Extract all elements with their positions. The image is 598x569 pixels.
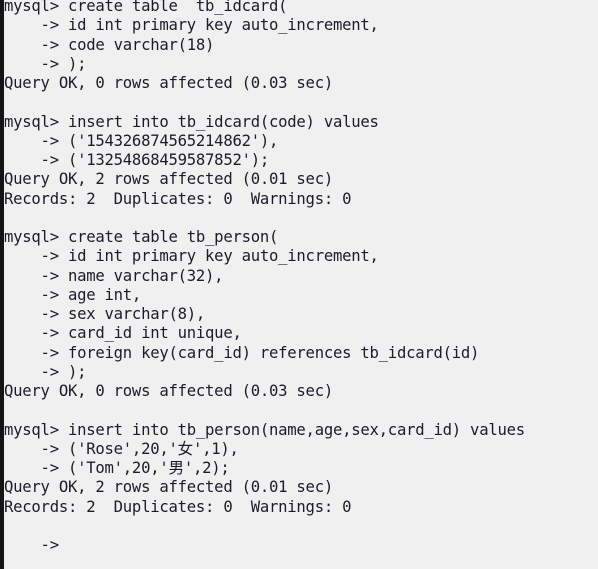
console-line: -> code varchar(18) <box>4 35 215 54</box>
console-line: Query OK, 0 rows affected (0.03 sec) <box>4 382 333 400</box>
console-line: -> sex varchar(8), <box>4 305 206 323</box>
console-line: Query OK, 2 rows affected (0.01 sec) <box>4 478 333 497</box>
console-line: -> <box>4 536 60 554</box>
console-line: -> age int, <box>4 285 142 304</box>
console-line: mysql> create table tb_person( <box>4 228 279 246</box>
console-line: -> ('Tom',20,'男',2); <box>4 459 230 477</box>
console-line: mysql> insert into tb_person(name,age,se… <box>4 420 525 439</box>
console-line: -> ); <box>4 362 87 381</box>
console-line: -> ); <box>4 54 87 73</box>
console-line: -> id int primary key auto_increment, <box>4 247 379 266</box>
console-line: -> foreign key(card_id) references tb_id… <box>4 343 480 362</box>
terminal-window[interactable]: mysql> create table tb_idcard( -> id int… <box>0 0 598 569</box>
console-line: mysql> create table tb_idcard( <box>4 0 288 15</box>
console-line: Query OK, 0 rows affected (0.03 sec) <box>4 74 333 92</box>
console-line: Records: 2 Duplicates: 0 Warnings: 0 <box>4 497 352 516</box>
console-line: -> name varchar(32), <box>4 266 224 285</box>
console-line: -> ('Rose',20,'女',1), <box>4 439 239 458</box>
console-line: -> card_id int unique, <box>4 324 242 343</box>
console-line: Query OK, 2 rows affected (0.01 sec) <box>4 170 333 189</box>
console-line: mysql> insert into tb_idcard(code) value… <box>4 112 379 131</box>
console-line: -> id int primary key auto_increment, <box>4 16 379 35</box>
console-output[interactable]: mysql> create table tb_idcard( -> id int… <box>0 0 598 555</box>
console-line: Records: 2 Duplicates: 0 Warnings: 0 <box>4 189 352 208</box>
console-line: -> ('154326874565214862'), <box>4 131 279 150</box>
window-left-border <box>0 0 4 569</box>
console-line: -> ('13254868459587852'); <box>4 151 270 169</box>
